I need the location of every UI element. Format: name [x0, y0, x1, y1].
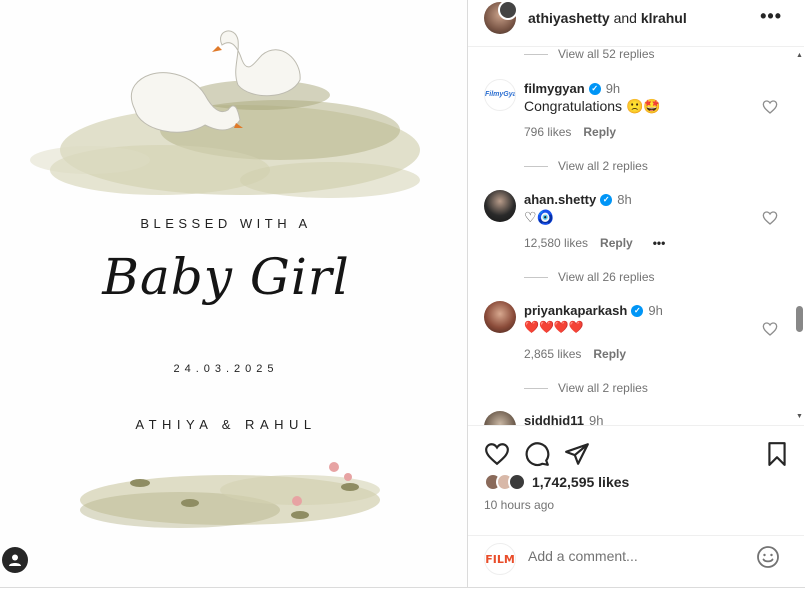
heart-icon[interactable]	[762, 99, 778, 115]
invite-names: ATHIYA & RAHUL	[135, 417, 317, 432]
avatar-logo-text: FilmyGyan	[485, 91, 515, 98]
likes-summary[interactable]: 1,742,595 likes	[484, 473, 629, 491]
comment-meta: 796 likes Reply	[524, 125, 628, 139]
comment-likes[interactable]: 12,580 likes	[524, 236, 588, 250]
invite-date: 24.03.2025	[173, 363, 279, 375]
avatar[interactable]	[484, 301, 516, 333]
likes-count[interactable]: 1,742,595 likes	[532, 474, 629, 490]
comment-meta: 12,580 likes Reply •••	[524, 236, 677, 250]
avatar[interactable]: FilmyGyan	[484, 79, 516, 111]
scrollbar-thumb[interactable]	[796, 306, 803, 332]
coauthor-username[interactable]: klrahul	[641, 10, 687, 26]
view-replies-label: View all 26 replies	[558, 270, 655, 284]
post-timestamp: 10 hours ago	[484, 498, 555, 512]
add-comment-input[interactable]	[528, 548, 748, 564]
post-image[interactable]: BLESSED WITH A Baby Girl 24.03.2025 ATHI…	[0, 0, 467, 588]
divider	[0, 587, 805, 588]
author-username[interactable]: athiyashetty	[528, 10, 610, 26]
invite-script-title: Baby Girl	[102, 248, 350, 306]
verified-icon: ✓	[631, 304, 644, 317]
like-heart-icon[interactable]	[484, 441, 510, 467]
view-replies-label: View all 2 replies	[558, 381, 648, 395]
comment-time: 9h	[605, 81, 621, 96]
heart-icon[interactable]	[762, 210, 778, 226]
more-options-icon[interactable]: •••	[760, 6, 782, 27]
avatar[interactable]	[484, 411, 516, 425]
view-replies-label: View all 52 replies	[558, 47, 655, 61]
tagged-users-icon[interactable]	[2, 547, 28, 573]
comment-username[interactable]: priyankaparkash ✓ 9h	[524, 303, 663, 318]
post-header: athiyashetty and klrahul •••	[468, 0, 804, 47]
post-actions: 1,742,595 likes 10 hours ago	[468, 425, 804, 535]
reply-button[interactable]: Reply	[600, 236, 633, 250]
avatar[interactable]	[484, 190, 516, 222]
comment-time: 9h	[648, 303, 663, 318]
current-user-avatar: FILM	[484, 543, 516, 575]
view-replies-button[interactable]: View all 2 replies	[524, 381, 648, 395]
comment-username[interactable]: filmygyan ✓ 9h	[524, 81, 620, 96]
verified-icon: ✓	[600, 193, 613, 206]
comment-time: 9h	[588, 413, 604, 425]
comment-text: ♡🧿	[524, 209, 554, 225]
scroll-down-arrow-icon[interactable]: ▼	[796, 413, 803, 420]
post-details-panel: athiyashetty and klrahul ••• View all 52…	[467, 0, 805, 588]
coauthor-avatar[interactable]	[498, 0, 518, 20]
post-authors: athiyashetty and klrahul	[528, 10, 687, 26]
authors-conjunction: and	[613, 10, 637, 26]
view-replies-button[interactable]: View all 2 replies	[524, 159, 648, 173]
view-replies-button[interactable]: View all 52 replies	[524, 47, 655, 61]
emoji-icon[interactable]	[756, 545, 780, 569]
share-icon[interactable]	[564, 441, 590, 467]
heart-icon[interactable]	[762, 321, 778, 337]
view-replies-button[interactable]: View all 26 replies	[524, 270, 655, 284]
comment-meta: 2,865 likes Reply	[524, 347, 638, 361]
current-user-avatar-text: FILM	[485, 552, 515, 566]
comments-scrollbar[interactable]: ▲ ▼	[795, 48, 803, 424]
comment-username[interactable]: ahan.shetty ✓ 8h	[524, 192, 632, 207]
scroll-up-arrow-icon[interactable]: ▲	[796, 52, 803, 59]
save-bookmark-icon[interactable]	[764, 441, 790, 467]
invite-blessed-text: BLESSED WITH A	[140, 216, 312, 231]
add-comment-bar: FILM	[468, 535, 804, 588]
swan-illustration	[30, 30, 420, 198]
comment-likes[interactable]: 796 likes	[524, 125, 571, 139]
verified-icon: ✓	[588, 82, 601, 95]
comment-icon[interactable]	[524, 441, 550, 467]
liker-avatar	[508, 473, 526, 491]
view-replies-label: View all 2 replies	[558, 159, 648, 173]
reply-button[interactable]: Reply	[583, 125, 616, 139]
lotus-pond-illustration	[80, 462, 380, 528]
comments-list[interactable]: View all 52 replies FilmyGyan filmygyan✓…	[468, 47, 804, 425]
comment-username[interactable]: siddhid11 9h	[524, 413, 603, 425]
reply-button[interactable]: Reply	[593, 347, 626, 361]
comment-text: Congratulations 🙁🤩	[524, 98, 661, 114]
comment-likes[interactable]: 2,865 likes	[524, 347, 581, 361]
comment-time: 8h	[617, 192, 632, 207]
comment-more-icon[interactable]: •••	[653, 236, 666, 250]
comment-text: ❤️❤️❤️❤️	[524, 320, 584, 334]
